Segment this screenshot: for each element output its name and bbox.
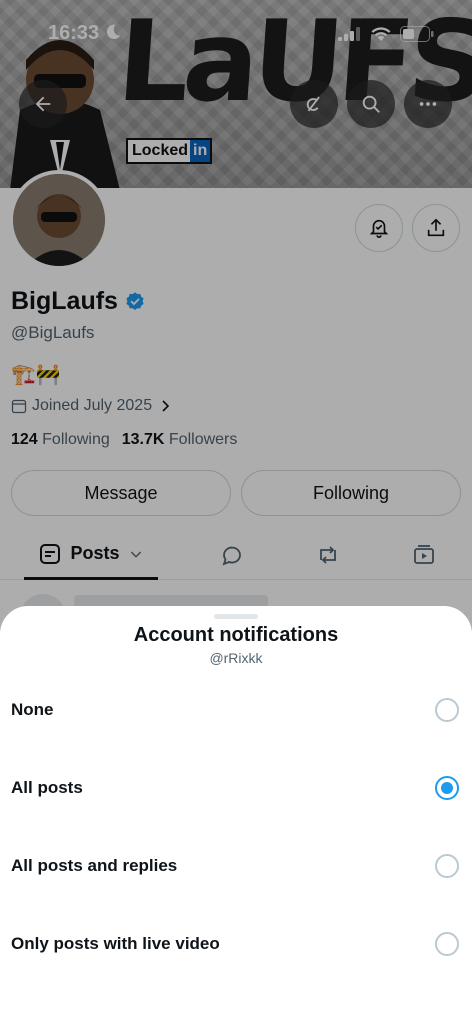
option-all-posts[interactable]: All posts — [0, 760, 472, 816]
sheet-title: Account notifications — [133, 624, 339, 646]
radio-button[interactable] — [435, 698, 459, 722]
radio-button[interactable] — [435, 854, 459, 878]
account-notifications-sheet: Account notifications @rRixkk None All p… — [0, 606, 472, 1024]
radio-button[interactable] — [435, 932, 459, 956]
option-all-posts-and-replies[interactable]: All posts and replies — [0, 838, 472, 894]
option-live-video-only[interactable]: Only posts with live video — [0, 916, 472, 972]
sheet-drag-handle[interactable] — [214, 614, 258, 619]
sheet-subtitle: @rRixkk — [209, 650, 263, 666]
option-label: None — [11, 700, 54, 719]
option-label: All posts — [11, 778, 83, 797]
option-none[interactable]: None — [0, 682, 472, 738]
option-label: Only posts with live video — [11, 934, 220, 953]
radio-button-selected[interactable] — [435, 776, 459, 800]
option-label: All posts and replies — [11, 856, 178, 875]
